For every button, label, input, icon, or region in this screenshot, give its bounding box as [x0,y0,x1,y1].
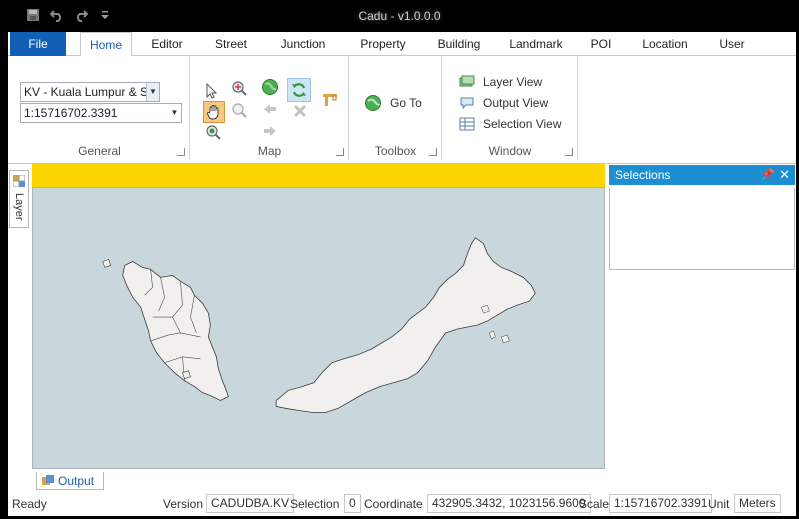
layers-icon [13,175,25,187]
layers-icon [459,75,475,87]
status-ready: Ready [12,497,47,511]
tab-street[interactable]: Street [206,32,256,56]
close-icon[interactable]: ✕ [779,165,790,185]
dialog-launcher-icon[interactable] [429,148,437,156]
status-unit-value: Meters [734,494,781,513]
scale-combo[interactable]: 1:15716702.3391 ▼ [20,103,182,123]
zoom-in-icon[interactable] [231,80,249,98]
output-view-button[interactable]: Output View [459,94,548,112]
chevron-down-icon[interactable]: ▼ [146,83,159,101]
title-bar: Cadu - v1.0.0.0 [0,0,799,32]
arrow-left-icon[interactable] [261,100,279,118]
tab-home[interactable]: Home [80,32,132,57]
group-map: Map [191,56,349,160]
status-unit-label: Unit [708,497,730,511]
measure-icon[interactable] [321,90,341,110]
tab-building[interactable]: Building [430,32,488,56]
status-scale-value: 1:15716702.3391 [609,494,713,513]
ribbon-panel: KV - Kuala Lumpur & S ▼ 1:15716702.3391 … [8,56,796,164]
status-scale-label: Scale [579,497,610,511]
output-tab[interactable]: Output [36,472,104,490]
selections-panel-title: Selections [615,168,671,182]
tab-editor[interactable]: Editor [142,32,192,56]
selections-panel-header: Selections 📌 ✕ [609,165,795,185]
window-border-left [0,32,8,519]
chevron-down-icon[interactable]: ▼ [168,104,181,122]
dialog-launcher-icon[interactable] [565,148,573,156]
output-icon [42,474,54,485]
ribbon-tab-row: File Home Editor Street Junction Propert… [8,32,796,57]
zoom-extent-icon[interactable] [205,124,223,142]
group-map-label: Map [257,144,282,158]
selections-panel: Selections 📌 ✕ [609,165,795,278]
layer-side-tab[interactable]: Layer [9,170,29,228]
goto-globe-icon[interactable] [364,94,382,112]
tab-poi[interactable]: POI [586,32,616,56]
status-coordinate-value: 432905.3432, 1023156.9600 [427,494,591,513]
refresh-icon[interactable] [287,78,311,102]
status-selection-value: 0 [344,494,361,513]
output-tab-label: Output [58,473,95,488]
tab-file[interactable]: File [10,32,66,56]
region-combo[interactable]: KV - Kuala Lumpur & S ▼ [20,82,160,102]
group-toolbox: Go To Toolbox [350,56,442,160]
map-canvas[interactable] [32,187,605,469]
zoom-out-icon[interactable] [231,102,249,120]
map-view [32,164,605,469]
globe-icon[interactable] [261,78,279,96]
tab-landmark[interactable]: Landmark [502,32,570,56]
tab-location[interactable]: Location [632,32,698,56]
table-icon [459,117,475,131]
map-peninsular-landmass [122,261,229,401]
group-window-label: Window [488,144,532,158]
tab-user[interactable]: User [710,32,754,56]
scale-combo-value: 1:15716702.3391 [24,106,118,120]
tab-property[interactable]: Property [352,32,414,56]
arrow-right-icon[interactable] [261,122,279,140]
status-coordinate-label: Coordinate [364,497,423,511]
status-version-label: Version [163,497,204,511]
dialog-launcher-icon[interactable] [336,148,344,156]
group-general-label: General [78,144,121,158]
layer-view-label: Layer View [483,75,543,89]
app-frame: File Home Editor Street Junction Propert… [8,32,796,516]
status-selection-label: Selection [290,497,340,511]
map-island [102,259,112,268]
pan-hand-icon[interactable] [203,101,225,123]
region-combo-value: KV - Kuala Lumpur & S [24,85,149,99]
clear-icon[interactable] [291,102,309,120]
select-pointer-icon[interactable] [203,82,221,100]
speech-bubble-icon [460,97,474,110]
selection-view-label: Selection View [483,117,562,131]
output-view-label: Output View [483,96,549,110]
window-title: Cadu - v1.0.0.0 [358,9,441,23]
map-borneo-landmass [275,237,536,413]
group-general: KV - Kuala Lumpur & S ▼ 1:15716702.3391 … [10,56,190,160]
selections-list[interactable] [609,188,795,270]
pin-icon[interactable]: 📌 [761,165,775,185]
group-toolbox-label: Toolbox [374,144,417,158]
selection-view-button[interactable]: Selection View [459,115,562,133]
layer-side-tab-label: Layer [13,193,25,221]
map-banner [32,164,605,187]
status-version-value: CADUDBA.KV [206,494,295,513]
group-window: Layer View Output View Selection View Wi… [443,56,578,160]
goto-button[interactable]: Go To [390,96,422,110]
dialog-launcher-icon[interactable] [177,148,185,156]
tab-junction[interactable]: Junction [272,32,334,56]
status-bar: Ready Version CADUDBA.KV Selection 0 Coo… [8,492,796,516]
layer-view-button[interactable]: Layer View [459,73,542,91]
